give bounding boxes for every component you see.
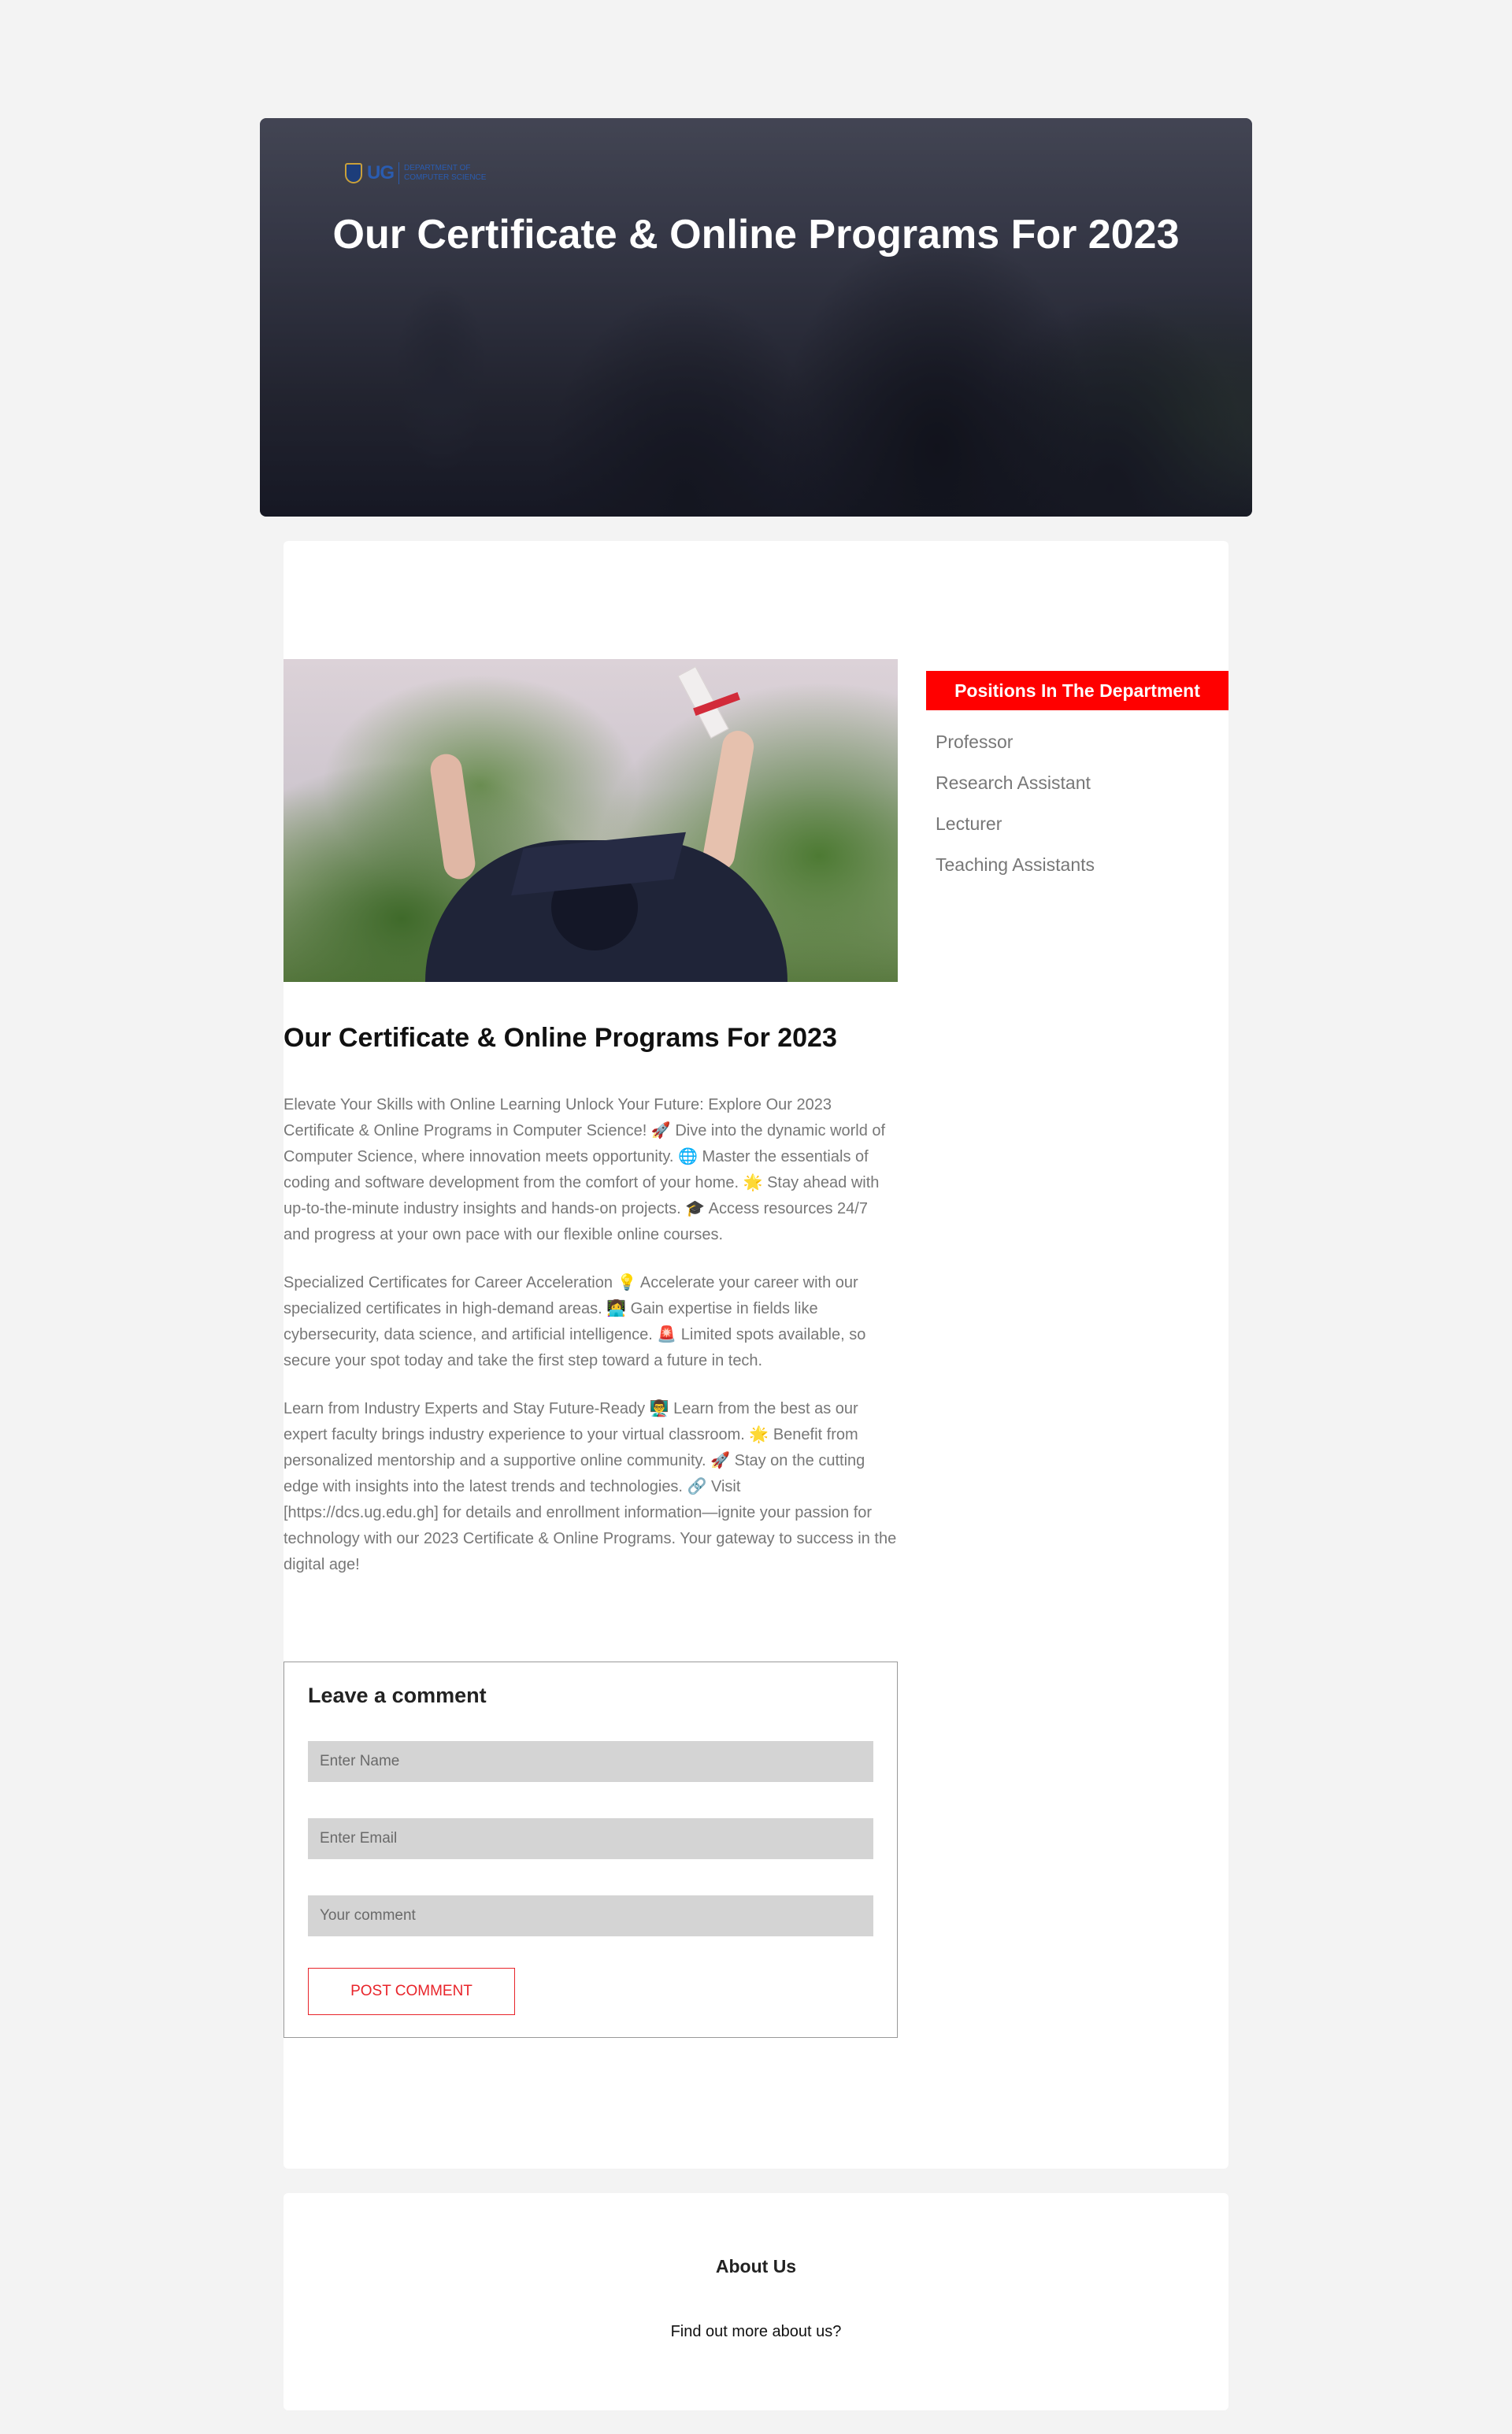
comment-input[interactable]	[308, 1895, 873, 1936]
sidebar-item-lecturer[interactable]: Lecturer	[936, 812, 1095, 853]
hero-title: Our Certificate & Online Programs For 20…	[332, 212, 1180, 257]
logo-text: UG	[367, 162, 395, 183]
post-title: Our Certificate & Online Programs For 20…	[284, 1023, 837, 1053]
post-comment-button[interactable]: POST COMMENT	[308, 1968, 515, 2015]
logo-subtext: DEPARTMENT OF COMPUTER SCIENCE	[404, 164, 487, 182]
crest-icon	[345, 163, 362, 183]
sidebar-item-research-assistant[interactable]: Research Assistant	[936, 771, 1095, 812]
email-input[interactable]	[308, 1818, 873, 1859]
post-paragraph: Specialized Certificates for Career Acce…	[284, 1274, 866, 1369]
graduate-arm-left	[428, 751, 477, 882]
sidebar-item-teaching-assistants[interactable]: Teaching Assistants	[936, 853, 1095, 894]
main-content-card: Our Certificate & Online Programs For 20…	[284, 541, 1228, 2169]
about-card: About Us Find out more about us?	[284, 2193, 1228, 2410]
post-paragraph: Learn from Industry Experts and Stay Fut…	[284, 1400, 897, 1573]
comment-form-title: Leave a comment	[308, 1684, 487, 1707]
comment-form: Leave a comment POST COMMENT	[284, 1662, 898, 2038]
about-title: About Us	[715, 2256, 797, 2277]
sidebar-item-professor[interactable]: Professor	[936, 730, 1095, 771]
featured-image	[284, 659, 898, 982]
name-input[interactable]	[308, 1741, 873, 1782]
positions-list: Professor Research Assistant Lecturer Te…	[936, 730, 1095, 894]
about-link[interactable]: Find out more about us?	[284, 2323, 1228, 2341]
sidebar-header: Positions In The Department	[926, 671, 1228, 710]
hero-banner: UG DEPARTMENT OF COMPUTER SCIENCE Our Ce…	[260, 118, 1252, 517]
post-paragraph: Elevate Your Skills with Online Learning…	[284, 1096, 886, 1243]
graduate-arm-right	[700, 728, 757, 874]
post-body: Elevate Your Skills with Online Learning…	[284, 1092, 898, 1600]
logo-divider	[398, 162, 399, 184]
site-logo[interactable]: UG DEPARTMENT OF COMPUTER SCIENCE	[345, 162, 506, 184]
